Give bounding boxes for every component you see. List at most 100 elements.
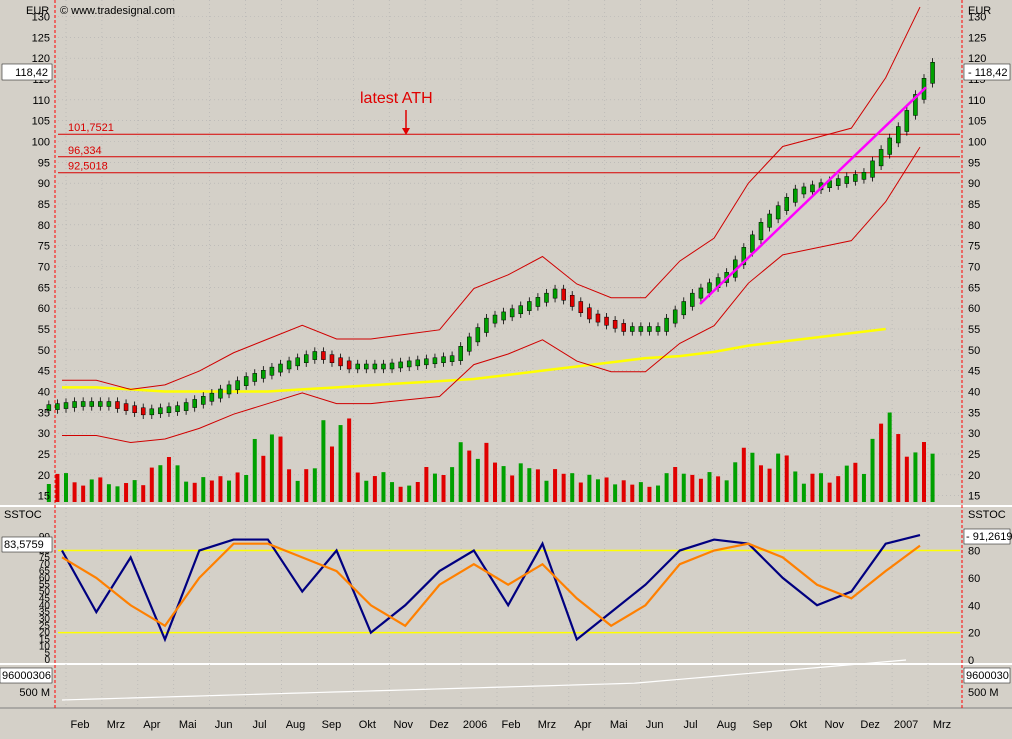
candle-body: [115, 401, 120, 409]
price-tick-right: 100: [968, 137, 986, 149]
candle-body: [501, 311, 506, 321]
stoch-title-right: SSTOC: [968, 509, 1006, 521]
candle-body: [295, 357, 300, 367]
watermark: © www.tradesignal.com: [60, 5, 175, 17]
currency-right: EUR: [968, 5, 991, 17]
candle-body: [767, 213, 772, 228]
volume-bar: [638, 482, 643, 502]
volume-bar: [467, 450, 472, 502]
price-tick-left: 100: [32, 137, 50, 149]
currency-left: EUR: [26, 5, 49, 17]
price-tick-left: 30: [38, 428, 50, 440]
volume-bar: [578, 482, 583, 502]
volume-bar: [372, 476, 377, 502]
volume-bar: [398, 486, 403, 502]
candle-body: [835, 178, 841, 186]
candle-body: [398, 361, 403, 369]
price-tick-right: 15: [968, 491, 980, 503]
volume-bar: [89, 479, 94, 502]
volume-bar: [192, 482, 197, 502]
price-tick-left: 85: [38, 199, 50, 211]
candle-body: [698, 287, 704, 299]
volume-bar: [201, 477, 206, 502]
candle-body: [853, 174, 858, 182]
candle-body: [604, 316, 609, 326]
x-tick-label: Feb: [502, 719, 521, 731]
volume-bar: [424, 467, 429, 502]
volume-bar: [124, 483, 129, 502]
volume-bar: [518, 463, 523, 502]
volume-bar: [407, 485, 412, 502]
chart-svg: Feb Mrz Apr Mai Jun Jul Aug Sep Okt Nov Dez 2006 Feb…: [0, 0, 1012, 734]
candle-body: [810, 184, 815, 193]
candle-body: [801, 186, 807, 195]
candle-body: [415, 359, 421, 367]
candle-body: [329, 354, 335, 363]
price-tick-left: 55: [38, 324, 50, 336]
candle-body: [158, 407, 163, 415]
candle-body: [621, 323, 626, 332]
candle-body: [518, 305, 523, 315]
price-tick-right: 85: [968, 199, 980, 211]
volume-bar: [630, 484, 635, 502]
x-tick-label: Apr: [574, 719, 591, 731]
candle-body: [303, 354, 309, 363]
volume-bar: [758, 465, 763, 502]
volume-bar: [656, 485, 661, 502]
sum-tick-left: 500 M: [19, 687, 50, 699]
candle-body: [235, 380, 240, 391]
candle-body: [123, 403, 129, 411]
volume-bar: [844, 465, 849, 502]
price-tick-left: 120: [32, 53, 50, 65]
volume-bar: [724, 480, 729, 502]
candle-body: [775, 205, 781, 220]
candle-body: [458, 346, 463, 361]
volume-bar: [707, 472, 712, 502]
candle-body: [261, 370, 266, 379]
candle-body: [630, 326, 635, 332]
volume-bar: [784, 455, 789, 502]
x-tick-label: 2006: [463, 719, 487, 731]
volume-bar: [106, 484, 111, 502]
volume-bar: [312, 468, 317, 502]
candle-body: [561, 288, 566, 301]
ref-level-label: 101,7521: [68, 122, 114, 134]
volume-bar: [827, 482, 832, 502]
volume-bar: [853, 462, 858, 502]
candle-body: [355, 363, 360, 370]
x-tick-label: 2007: [894, 719, 918, 731]
price-tick-right: 25: [968, 449, 980, 461]
price-tick-right: 90: [968, 178, 980, 190]
volume-bar: [776, 453, 781, 502]
stoch-tick-right: 40: [968, 600, 980, 612]
volume-bar: [544, 480, 549, 502]
x-tick-label: Jun: [215, 719, 233, 731]
price-tick-right: 50: [968, 345, 980, 357]
x-tick-label: Dez: [860, 719, 880, 731]
volume-bar: [415, 482, 420, 502]
volume-bar: [673, 467, 678, 502]
sum-value-right: 9600030: [966, 670, 1009, 682]
price-tick-left: 60: [38, 303, 50, 315]
x-tick-label: Aug: [717, 719, 737, 731]
stoch-tick-right: 20: [968, 628, 980, 640]
candle-body: [132, 405, 137, 413]
volume-bar: [690, 474, 695, 502]
x-tick-label: Mrz: [538, 719, 556, 731]
candle-body: [140, 407, 146, 416]
x-tick-label: Mai: [610, 719, 628, 731]
volume-bar: [304, 469, 309, 502]
price-tick-left: 45: [38, 366, 50, 378]
volume-bar: [321, 420, 326, 502]
candle-body: [72, 401, 77, 408]
candle-body: [544, 292, 549, 303]
candle-body: [750, 234, 755, 253]
candle-body: [887, 137, 892, 155]
volume-bar: [269, 434, 274, 502]
candle-body: [587, 307, 592, 320]
candle-body: [252, 373, 258, 382]
x-tick-label: Jun: [646, 719, 664, 731]
volume-bar: [621, 480, 626, 502]
volume-bar: [861, 473, 866, 502]
x-tick-label: Jul: [253, 719, 267, 731]
